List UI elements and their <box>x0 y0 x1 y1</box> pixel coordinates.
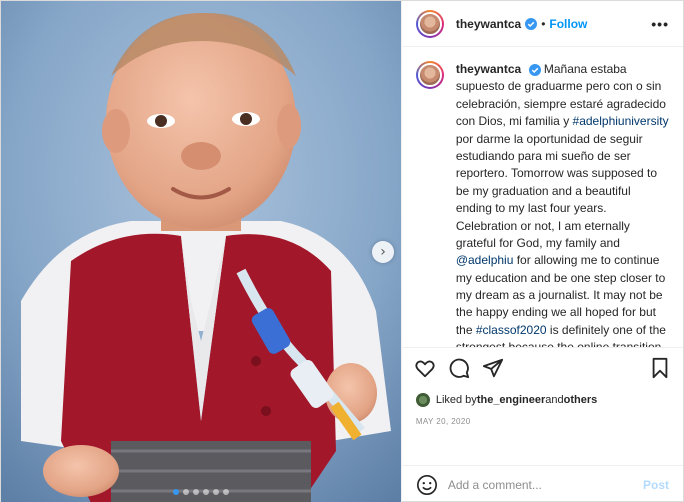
caption: theywantca Mañana estaba supuesto de gra… <box>402 47 683 347</box>
post-header: theywantca • Follow ••• <box>401 1 683 47</box>
verified-badge-icon <box>525 17 538 30</box>
hashtag-link[interactable]: #classof2020 <box>476 323 547 337</box>
likes-prefix: Liked by <box>435 394 477 406</box>
carousel-dot <box>222 489 229 495</box>
post-side-panel: theywantca • Follow ••• theywantca Mañan… <box>400 1 683 502</box>
caption-body: por darme la oportunidad de seguir estud… <box>455 131 658 250</box>
carousel-indicator <box>1 489 401 495</box>
chevron-right-icon: › <box>380 244 386 260</box>
header-username[interactable]: theywantca <box>456 17 521 31</box>
follow-button[interactable]: Follow <box>549 17 587 31</box>
mention-link[interactable]: @adelphiu <box>456 253 514 267</box>
verified-badge-icon <box>528 63 541 76</box>
post-date[interactable]: MAY 20, 2020 <box>402 413 683 439</box>
likes-summary: Liked by the_engineer and others <box>402 387 683 413</box>
carousel-dot <box>172 489 179 495</box>
comment-box: Post <box>401 465 683 502</box>
action-bar <box>401 347 683 387</box>
likes-middle: and <box>545 394 564 406</box>
instagram-post: › theywantca • Follow ••• theywantca Mañ… <box>0 0 684 502</box>
caption-text: theywantca Mañana estaba supuesto de gra… <box>456 61 669 347</box>
emoji-icon[interactable] <box>416 474 438 496</box>
carousel-dot <box>212 489 219 495</box>
liker-username[interactable]: the_engineer <box>477 394 545 406</box>
post-comment-button[interactable]: Post <box>643 478 669 492</box>
separator-dot: • <box>541 16 546 31</box>
likes-others-link[interactable]: others <box>564 394 598 406</box>
comment-icon[interactable] <box>448 357 470 379</box>
post-photo[interactable]: › <box>1 1 401 502</box>
caption-avatar[interactable] <box>415 61 444 89</box>
carousel-dot <box>182 489 189 495</box>
bookmark-icon[interactable] <box>649 357 671 379</box>
avatar[interactable] <box>415 9 444 38</box>
carousel-next-button[interactable]: › <box>372 241 394 263</box>
hashtag-link[interactable]: #adelphiuniversity <box>573 114 669 128</box>
more-options-icon[interactable]: ••• <box>651 16 669 32</box>
portrait-illustration <box>1 1 401 502</box>
heart-icon[interactable] <box>414 357 436 379</box>
liker-avatar[interactable] <box>415 393 430 407</box>
carousel-dot <box>202 489 209 495</box>
carousel-dot <box>192 489 199 495</box>
share-icon[interactable] <box>482 357 504 379</box>
comment-input[interactable] <box>447 477 643 492</box>
caption-username[interactable]: theywantca <box>456 62 521 76</box>
